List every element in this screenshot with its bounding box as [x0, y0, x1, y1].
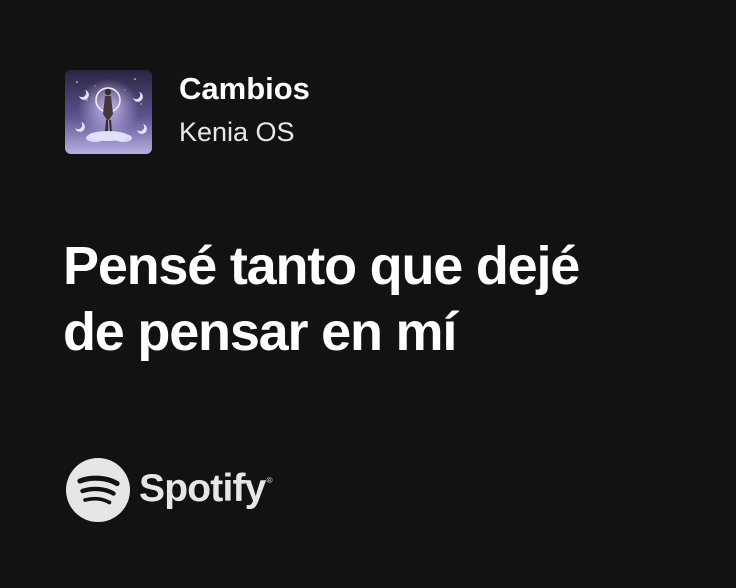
- lyrics-line: de pensar en mí: [63, 302, 457, 362]
- song-title[interactable]: Cambios: [179, 71, 310, 107]
- spotify-brand[interactable]: Spotify®: [66, 458, 272, 522]
- lyrics-line: Pensé tanto que dejé: [63, 236, 580, 296]
- brand-name-text: Spotify: [139, 467, 266, 510]
- spotify-logo-icon: [66, 458, 130, 522]
- lyrics-quote: Pensé tanto que dejé de pensar en mí: [63, 233, 703, 365]
- trademark-symbol: ®: [266, 476, 273, 485]
- spotify-wordmark: Spotify®: [139, 467, 272, 511]
- lyrics-share-card: Cambios Kenia OS Pensé tanto que dejé de…: [0, 0, 736, 588]
- track-meta: Cambios Kenia OS: [179, 71, 310, 149]
- artist-name[interactable]: Kenia OS: [179, 115, 310, 149]
- album-cover-image[interactable]: [65, 70, 152, 154]
- track-header[interactable]: Cambios Kenia OS: [65, 70, 310, 154]
